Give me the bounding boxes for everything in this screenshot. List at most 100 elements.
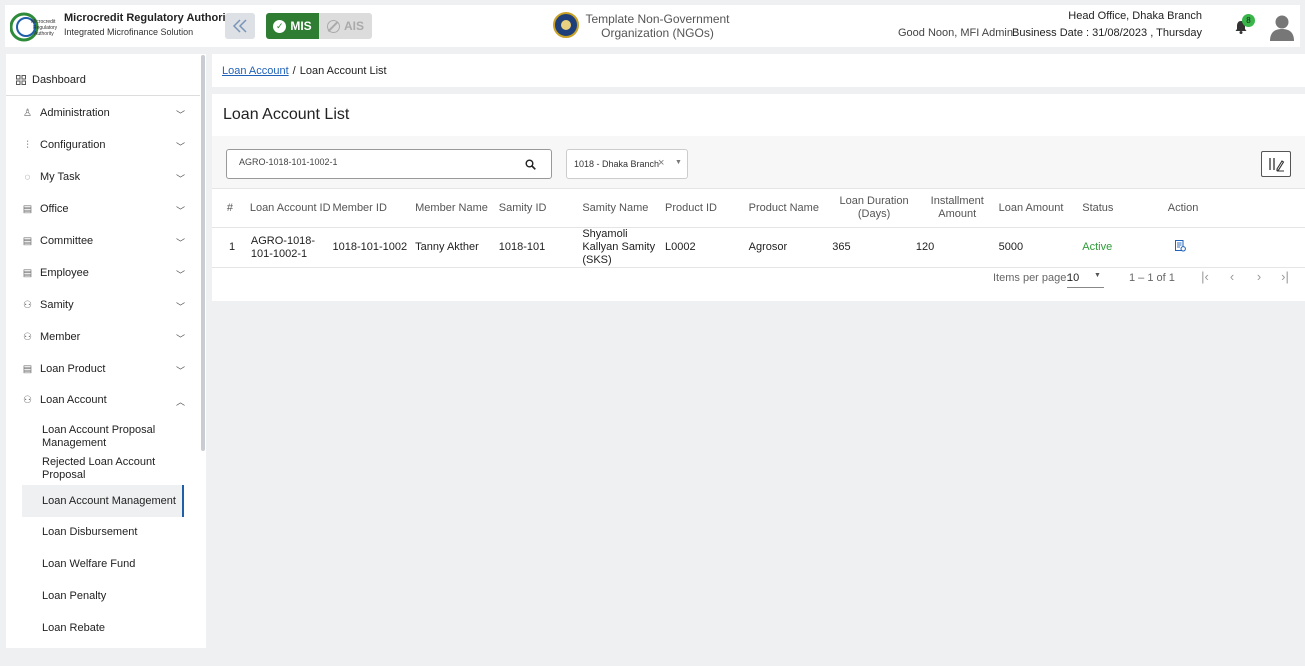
sidebar-item-label: Member [40, 331, 81, 343]
brand-subtitle: Integrated Microfinance Solution [64, 27, 194, 37]
column-header-member-id[interactable]: Member ID [333, 189, 416, 228]
sidebar-item-employee[interactable]: ▤ Employee ﹀ [6, 259, 200, 287]
double-chevron-left-icon [232, 19, 247, 33]
sidebar-item-label: My Task [40, 171, 81, 183]
column-header-status[interactable]: Status [1082, 189, 1166, 228]
chevron-down-icon: ﹀ [176, 302, 186, 312]
sidebar-item-administration[interactable]: ♙ Administration ﹀ [6, 99, 200, 127]
breadcrumb: Loan Account / Loan Account List [212, 54, 1305, 87]
loan-account-list-card: Loan Account List 1018 - Dhaka Branch × … [212, 94, 1305, 301]
column-header-action: Action [1167, 201, 1199, 214]
sidebar-subitem-label: Loan Account Management [42, 494, 176, 507]
chevron-down-icon: ﹀ [176, 110, 186, 120]
sidebar-item-label: Dashboard [32, 73, 86, 86]
page-size-value: 10 [1067, 272, 1080, 284]
branch-select-value: 1018 - Dhaka Branch [574, 159, 660, 169]
edit-columns-icon [1269, 158, 1285, 172]
column-header-product-name[interactable]: Product Name [749, 189, 833, 228]
government-seal-icon [553, 12, 579, 38]
sidebar-subitem-loan-welfare-fund[interactable]: Loan Welfare Fund [22, 556, 184, 572]
sidebar-item-samity[interactable]: ⚇ Samity ﹀ [6, 291, 200, 319]
business-date: Business Date : 31/08/2023 , Thursday [1012, 27, 1202, 39]
column-settings-button[interactable] [1261, 151, 1291, 177]
page-title: Loan Account List [223, 106, 350, 123]
sidebar-item-my-task[interactable]: ◌ My Task ﹀ [6, 163, 200, 191]
sidebar-subitem-label: Loan Account Proposal Management [42, 424, 156, 449]
sidebar-item-label: Office [40, 203, 69, 215]
branch-select[interactable]: 1018 - Dhaka Branch × ▼ [566, 149, 688, 179]
sidebar-subitem-label: Loan Rebate [42, 621, 105, 634]
column-header-member-name[interactable]: Member Name [415, 189, 499, 228]
column-header-samity-id[interactable]: Samity ID [499, 189, 583, 228]
page-size-select[interactable]: 10 ▼ [1067, 268, 1104, 288]
column-header-loan-duration[interactable]: Loan Duration (Days) [832, 189, 916, 228]
collapse-sidebar-button[interactable] [225, 13, 255, 39]
first-page-button[interactable]: |‹ [1198, 270, 1212, 284]
sidebar-item-label: Committee [40, 235, 94, 247]
sidebar-subitem-label: Loan Welfare Fund [42, 557, 136, 570]
mode-mis-button[interactable]: ✓ MIS [266, 13, 319, 39]
sidebar-subitem-loan-account-management[interactable]: Loan Account Management [22, 485, 184, 517]
caret-down-icon: ▼ [1094, 272, 1101, 279]
search-icon[interactable] [525, 159, 536, 170]
grid-icon [16, 74, 26, 85]
sidebar-subitem-loan-rebate[interactable]: Loan Rebate [22, 620, 184, 636]
sidebar-item-member[interactable]: ⚇ Member ﹀ [6, 323, 200, 351]
member-icon: ⚇ [23, 331, 32, 343]
mode-mis-label: MIS [290, 19, 312, 33]
sidebar-item-loan-product[interactable]: ▤ Loan Product ﹀ [6, 355, 200, 383]
breadcrumb-separator: / [292, 64, 296, 77]
brand-title: Microcredit Regulatory Authority [64, 12, 236, 24]
task-icon: ◌ [24, 171, 31, 183]
column-header-samity-name[interactable]: Samity Name [582, 189, 665, 228]
user-avatar-icon[interactable] [1269, 13, 1295, 41]
paginator: Items per page: 10 ▼ 1 – 1 of 1 |‹ ‹ › ›… [212, 261, 1305, 301]
column-header-installment-amount[interactable]: Installment Amount [916, 189, 999, 228]
sidebar-item-committee[interactable]: ▤ Committee ﹀ [6, 227, 200, 255]
chevron-down-icon: ﹀ [176, 206, 186, 216]
sidebar-subitem-rejected-loan-account-proposal[interactable]: Rejected Loan Account Proposal [22, 455, 184, 483]
sidebar-subitem-label: Rejected Loan Account Proposal [42, 456, 156, 481]
sidebar-item-label: Samity [40, 299, 74, 311]
config-icon: ⫶ [26, 139, 29, 151]
mode-ais-button[interactable]: AIS [319, 13, 372, 39]
sidebar-item-loan-account[interactable]: ⚇ Loan Account ︿ [6, 386, 200, 414]
chevron-up-icon: ︿ [176, 397, 186, 407]
loan-product-icon: ▤ [22, 363, 33, 375]
column-header-product-id[interactable]: Product ID [665, 189, 749, 228]
view-details-icon[interactable] [1174, 239, 1186, 252]
sidebar-subitem-loan-penalty[interactable]: Loan Penalty [22, 588, 184, 604]
disabled-circle-icon [326, 19, 340, 33]
sidebar-item-dashboard[interactable]: Dashboard [6, 64, 200, 96]
loan-account-table: # Loan Account ID Member ID Member Name … [212, 188, 1305, 268]
next-page-button[interactable]: › [1252, 270, 1266, 284]
previous-page-button[interactable]: ‹ [1225, 270, 1239, 284]
sidebar-item-configuration[interactable]: ⫶ Configuration ﹀ [6, 131, 200, 159]
page-range-label: 1 – 1 of 1 [1129, 272, 1175, 284]
breadcrumb-link-loan-account[interactable]: Loan Account [222, 65, 289, 77]
chevron-down-icon: ﹀ [176, 238, 186, 248]
chevron-down-icon: ﹀ [176, 366, 186, 376]
last-page-button[interactable]: ›| [1278, 270, 1292, 284]
branch-name: Head Office, Dhaka Branch [1068, 10, 1202, 22]
organization-name: Template Non-Government Organization (NG… [585, 12, 730, 40]
search-input[interactable] [239, 157, 509, 167]
sidebar-subitem-loan-account-proposal-management[interactable]: Loan Account Proposal Management [22, 423, 184, 451]
chevron-down-icon: ﹀ [176, 270, 186, 280]
sidebar: Dashboard ♙ Administration ﹀ ⫶ Configura… [6, 54, 206, 648]
sidebar-item-label: Configuration [40, 139, 106, 151]
admin-icon: ♙ [23, 107, 32, 119]
column-header-loan-amount[interactable]: Loan Amount [999, 189, 1083, 228]
committee-icon: ▤ [22, 235, 33, 247]
sidebar-subitem-loan-disbursement[interactable]: Loan Disbursement [22, 524, 184, 540]
column-header-index: # [226, 201, 233, 214]
samity-icon: ⚇ [23, 299, 32, 311]
clear-icon[interactable]: × [658, 157, 664, 169]
sidebar-scrollbar[interactable] [201, 55, 205, 451]
breadcrumb-current: Loan Account List [299, 64, 387, 77]
sidebar-item-office[interactable]: ▤ Office ﹀ [6, 195, 200, 223]
column-header-loan-account-id[interactable]: Loan Account ID [248, 189, 333, 228]
employee-icon: ▤ [22, 267, 33, 279]
mode-toggle: ✓ MIS AIS [266, 13, 372, 39]
sidebar-subitem-label: Loan Disbursement [42, 525, 138, 538]
